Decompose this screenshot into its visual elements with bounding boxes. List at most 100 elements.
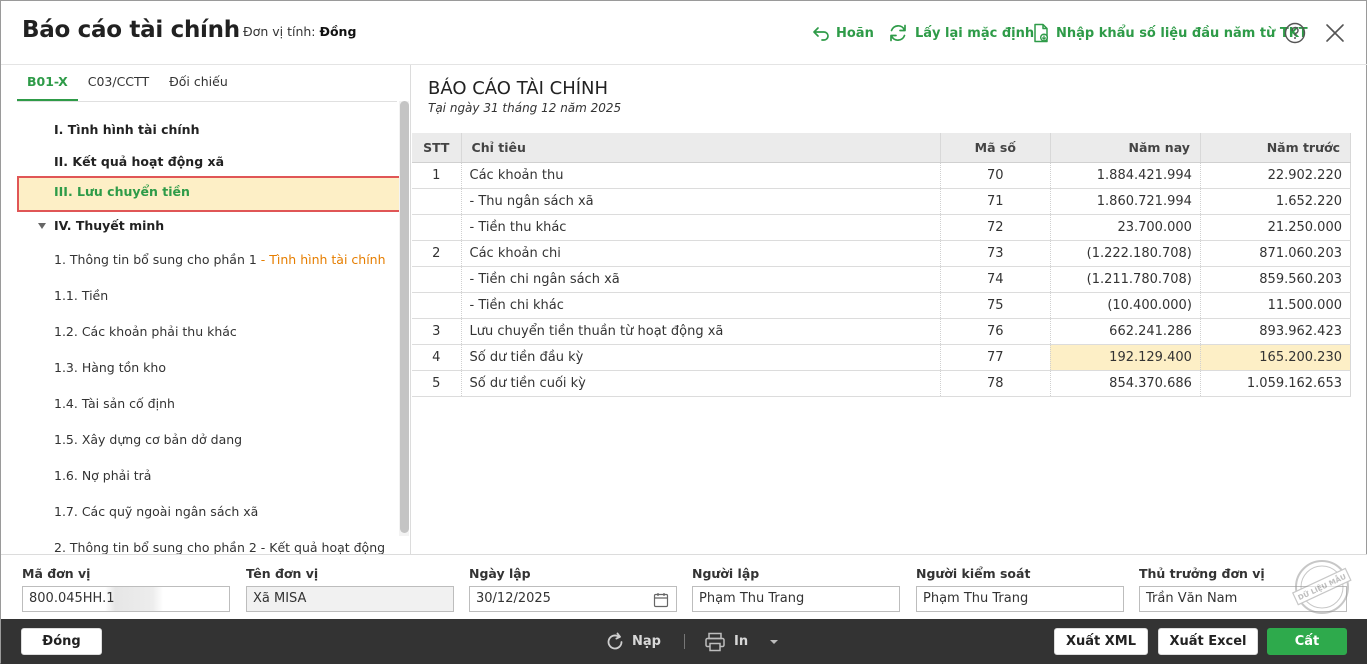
table-row[interactable]: - Tiền thu khác 72 23.700.000 21.250.000 <box>412 214 1352 241</box>
cell-previous-year[interactable]: 165.200.230 <box>1200 344 1352 371</box>
tree-item-note-1-6[interactable]: 1.6. Nợ phải trả <box>17 460 401 492</box>
controller-input[interactable]: Phạm Thu Trang <box>916 586 1124 612</box>
table-row[interactable]: 2 Các khoản chi 73 (1.222.180.708) 871.060.2… <box>412 240 1352 267</box>
cell-stt: 4 <box>412 344 462 371</box>
tree-item-label: III. Lưu chuyển tiền <box>54 184 190 199</box>
cell-current-year: 854.370.686 <box>1050 370 1201 397</box>
tree-item-label: 1.7. Các quỹ ngoài ngân sách xã <box>54 504 259 519</box>
cell-stt <box>412 266 462 293</box>
cell-previous-year: 893.962.423 <box>1200 318 1352 345</box>
cell-code: 74 <box>940 266 1051 293</box>
tree-item-note-1-3[interactable]: 1.3. Hàng tồn kho <box>17 352 401 384</box>
preparer-field: Người lập Phạm Thu Trang <box>692 566 900 612</box>
tree-item-label: 2. Thông tin bổ sung cho phần 2 - Kết qu… <box>54 540 386 554</box>
tree-item-suffix: - Tình hình tài chính <box>260 252 386 267</box>
tree-item-note-1[interactable]: 1. Thông tin bổ sung cho phần 1 - Tình h… <box>17 244 401 276</box>
tree-item-label: 1.4. Tài sản cố định <box>54 396 175 411</box>
unit-code-field: Mã đơn vị 800.045HH.1 <box>22 566 230 612</box>
cell-indicator: - Tiền thu khác <box>461 214 941 241</box>
report-tabs: B01-X C03/CCTT Đối chiếu <box>17 65 238 101</box>
import-label: Nhập khẩu số liệu đầu năm từ TKT <box>1056 25 1308 41</box>
chevron-down-icon[interactable] <box>768 638 780 646</box>
column-header-previous-year: Năm trước <box>1200 133 1352 163</box>
cell-current-year: 1.860.721.994 <box>1050 188 1201 215</box>
tree-item-label: 1.1. Tiền <box>54 288 109 303</box>
close-button[interactable]: Đóng <box>21 628 102 655</box>
table-row[interactable]: 4 Số dư tiền đầu kỳ 77 192.129.400 165.200.2… <box>412 344 1352 371</box>
help-icon[interactable] <box>1284 22 1306 44</box>
cell-previous-year: 1.059.162.653 <box>1200 370 1352 397</box>
tree-item-note-1-2[interactable]: 1.2. Các khoản phải thu khác <box>17 316 401 348</box>
preparer-input[interactable]: Phạm Thu Trang <box>692 586 900 612</box>
cell-indicator: Các khoản chi <box>461 240 941 267</box>
tab-c03-cctt[interactable]: C03/CCTT <box>78 65 159 101</box>
table-row[interactable]: 1 Các khoản thu 70 1.884.421.994 22.902.220 <box>412 162 1352 189</box>
tree-item-note-2[interactable]: 2. Thông tin bổ sung cho phần 2 - Kết qu… <box>17 532 401 554</box>
unit-code-input[interactable]: 800.045HH.1 <box>22 586 230 612</box>
cell-previous-year: 11.500.000 <box>1200 292 1352 319</box>
print-button[interactable]: In <box>704 628 780 655</box>
table-row[interactable]: 5 Số dư tiền cuối kỳ 78 854.370.686 1.059.16… <box>412 370 1352 397</box>
calendar-icon[interactable] <box>653 592 669 608</box>
table-body: 1 Các khoản thu 70 1.884.421.994 22.902.220-… <box>412 162 1352 397</box>
cell-stt <box>412 292 462 319</box>
dialog-header: Báo cáo tài chính Đơn vị tính: Đồng Hoãn… <box>1 1 1367 65</box>
caret-down-icon[interactable] <box>38 223 46 229</box>
cell-stt: 5 <box>412 370 462 397</box>
undo-icon <box>813 27 829 41</box>
file-import-icon <box>1034 23 1048 43</box>
cell-current-year: (10.400.000) <box>1050 292 1201 319</box>
table-row[interactable]: - Tiền chi ngân sách xã 74 (1.211.780.708)… <box>412 266 1352 293</box>
table-row[interactable]: - Tiền chi khác 75 (10.400.000) 11.500.000 <box>412 292 1352 319</box>
reload-button[interactable]: Nạp <box>604 628 661 655</box>
tree-item-notes[interactable]: IV. Thuyết minh <box>17 210 401 242</box>
cell-indicator: Lưu chuyển tiền thuần từ hoạt động xã <box>461 318 941 345</box>
cell-code: 76 <box>940 318 1051 345</box>
tab-reconciliation[interactable]: Đối chiếu <box>159 65 238 101</box>
report-content-panel: BÁO CÁO TÀI CHÍNH Tại ngày 31 tháng 12 n… <box>412 65 1366 554</box>
cell-stt: 3 <box>412 318 462 345</box>
cell-stt <box>412 214 462 241</box>
tree-item-cash-flow[interactable]: III. Lưu chuyển tiền <box>17 176 401 212</box>
tree-item-note-1-1[interactable]: 1.1. Tiền <box>17 280 401 312</box>
cell-code: 71 <box>940 188 1051 215</box>
cell-indicator: - Tiền chi khác <box>461 292 941 319</box>
column-header-current-year: Năm nay <box>1050 133 1201 163</box>
tree-scrollbar-thumb[interactable] <box>400 101 409 533</box>
tab-b01-x[interactable]: B01-X <box>17 65 78 101</box>
cell-code: 75 <box>940 292 1051 319</box>
tree-item-financial-position[interactable]: I. Tình hình tài chính <box>17 114 401 146</box>
reset-default-button[interactable]: Lấy lại mặc định <box>887 21 1034 45</box>
print-label: In <box>734 634 749 649</box>
save-button[interactable]: Cất <box>1267 628 1347 655</box>
printer-icon <box>705 632 725 651</box>
table-row[interactable]: - Thu ngân sách xã 71 1.860.721.994 1.652.2… <box>412 188 1352 215</box>
cell-indicator: Số dư tiền đầu kỳ <box>461 344 941 371</box>
tree-item-note-1-5[interactable]: 1.5. Xây dựng cơ bản dở dang <box>17 424 401 456</box>
cell-code: 72 <box>940 214 1051 241</box>
cash-flow-table: STT Chỉ tiêu Mã số Năm nay Năm trước 1 Cá… <box>412 133 1352 397</box>
export-excel-button[interactable]: Xuất Excel <box>1158 628 1258 655</box>
undo-button[interactable]: Hoãn <box>812 21 874 45</box>
tree-item-operating-results[interactable]: II. Kết quả hoạt động xã <box>17 146 401 178</box>
close-icon[interactable] <box>1324 22 1346 44</box>
cell-code: 70 <box>940 162 1051 189</box>
cell-indicator: - Thu ngân sách xã <box>461 188 941 215</box>
undo-label: Hoãn <box>836 25 874 41</box>
bottom-action-bar: Đóng Nạp In Xuất XML Xuất Excel Cất <box>1 619 1367 664</box>
tree-item-label: 1. Thông tin bổ sung cho phần 1 <box>54 252 261 267</box>
tree-item-note-1-4[interactable]: 1.4. Tài sản cố định <box>17 388 401 420</box>
tree-item-note-1-7[interactable]: 1.7. Các quỹ ngoài ngân sách xã <box>17 496 401 528</box>
tree-item-label: 1.3. Hàng tồn kho <box>54 360 166 375</box>
cell-current-year: (1.222.180.708) <box>1050 240 1201 267</box>
signatory-form: Mã đơn vị 800.045HH.1 Tên đơn vị Xã MISA… <box>1 554 1367 619</box>
import-opening-data-button[interactable]: Nhập khẩu số liệu đầu năm từ TKT <box>1032 21 1308 45</box>
report-date-input[interactable]: 30/12/2025 <box>469 586 677 612</box>
table-row[interactable]: 3 Lưu chuyển tiền thuần từ hoạt động xã 76… <box>412 318 1352 345</box>
cell-current-year[interactable]: 192.129.400 <box>1050 344 1201 371</box>
export-xml-button[interactable]: Xuất XML <box>1054 628 1148 655</box>
cell-code: 77 <box>940 344 1051 371</box>
cell-indicator: - Tiền chi ngân sách xã <box>461 266 941 293</box>
column-header-stt: STT <box>412 133 462 163</box>
reset-default-label: Lấy lại mặc định <box>915 25 1035 41</box>
